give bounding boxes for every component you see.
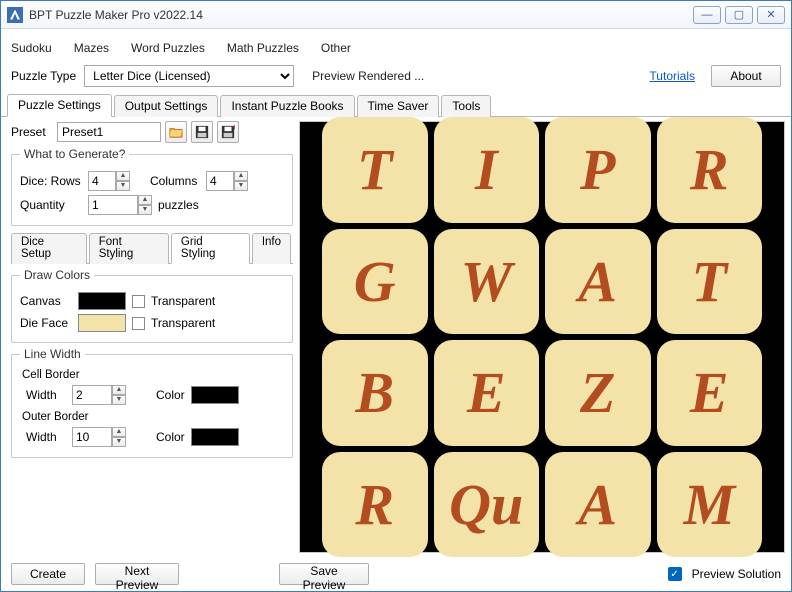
puzzle-type-label: Puzzle Type — [11, 69, 76, 83]
die-face: M — [657, 452, 763, 558]
subtab-dice-setup[interactable]: Dice Setup — [11, 233, 87, 264]
canvas-transparent-checkbox[interactable] — [132, 295, 145, 308]
svg-text:+: + — [232, 125, 236, 133]
die-face: Z — [545, 340, 651, 446]
menubar: Sudoku Mazes Word Puzzles Math Puzzles O… — [1, 35, 791, 61]
subtab-font-styling[interactable]: Font Styling — [89, 233, 169, 264]
die-face: I — [434, 117, 540, 223]
preset-saveas-button[interactable]: + — [217, 121, 239, 143]
outer-color-label: Color — [156, 430, 185, 444]
what-to-generate-group: What to Generate? Dice: Rows ▲▼ Columns … — [11, 147, 293, 226]
outer-border-heading: Outer Border — [22, 411, 284, 423]
cell-border-heading: Cell Border — [22, 369, 284, 381]
menu-math-puzzles[interactable]: Math Puzzles — [227, 41, 299, 55]
die-face: Qu — [434, 452, 540, 558]
rows-label: Dice: Rows — [20, 174, 82, 188]
cell-width-up[interactable]: ▲ — [112, 385, 126, 395]
status-text: Preview Rendered ... — [312, 69, 643, 83]
window-title: BPT Puzzle Maker Pro v2022.14 — [29, 8, 693, 22]
qty-suffix: puzzles — [158, 198, 199, 212]
rows-up[interactable]: ▲ — [116, 171, 130, 181]
subtab-grid-styling[interactable]: Grid Styling — [171, 233, 250, 264]
menu-mazes[interactable]: Mazes — [74, 41, 109, 55]
cell-width-input[interactable] — [72, 385, 112, 405]
tab-time-saver[interactable]: Time Saver — [357, 95, 440, 117]
cols-input[interactable] — [206, 171, 234, 191]
die-face: T — [322, 117, 428, 223]
canvas-color-swatch[interactable] — [78, 292, 126, 310]
die-face: A — [545, 229, 651, 335]
about-button[interactable]: About — [711, 65, 781, 87]
die-face: R — [322, 452, 428, 558]
cell-width-down[interactable]: ▼ — [112, 395, 126, 405]
outer-width-down[interactable]: ▼ — [112, 437, 126, 447]
outer-color-swatch[interactable] — [191, 428, 239, 446]
tab-puzzle-settings[interactable]: Puzzle Settings — [7, 94, 112, 117]
close-button[interactable]: ✕ — [757, 6, 785, 24]
preset-save-button[interactable] — [191, 121, 213, 143]
preset-open-button[interactable] — [165, 121, 187, 143]
preview-panel: TIPRGWATBEZERQuAM — [299, 121, 785, 553]
draw-colors-group: Draw Colors Canvas Transparent Die Face … — [11, 268, 293, 343]
die-face: P — [545, 117, 651, 223]
outer-width-label: Width — [26, 430, 66, 444]
die-face: T — [657, 229, 763, 335]
qty-down[interactable]: ▼ — [138, 205, 152, 215]
create-button[interactable]: Create — [11, 563, 85, 585]
dieface-transparent-label: Transparent — [151, 316, 215, 330]
tutorials-link[interactable]: Tutorials — [649, 69, 695, 83]
outer-width-up[interactable]: ▲ — [112, 427, 126, 437]
dieface-label: Die Face — [20, 316, 72, 330]
die-face: E — [657, 340, 763, 446]
rows-down[interactable]: ▼ — [116, 181, 130, 191]
subtab-info[interactable]: Info — [252, 233, 291, 264]
die-face: W — [434, 229, 540, 335]
canvas-label: Canvas — [20, 294, 72, 308]
save-preview-button[interactable]: Save Preview — [279, 563, 369, 585]
app-icon — [7, 7, 23, 23]
preview-solution-checkbox[interactable]: ✓ — [668, 567, 682, 581]
line-width-group: Line Width Cell Border Width ▲▼ Color Ou… — [11, 347, 293, 458]
outer-width-input[interactable] — [72, 427, 112, 447]
next-preview-button[interactable]: Next Preview — [95, 563, 179, 585]
rows-input[interactable] — [88, 171, 116, 191]
puzzle-type-select[interactable]: Letter Dice (Licensed) — [84, 65, 294, 87]
maximize-button[interactable]: ▢ — [725, 6, 753, 24]
preview-solution-label: Preview Solution — [692, 567, 781, 581]
dieface-transparent-checkbox[interactable] — [132, 317, 145, 330]
preset-input[interactable] — [57, 122, 161, 142]
canvas-transparent-label: Transparent — [151, 294, 215, 308]
tab-instant-puzzle-books[interactable]: Instant Puzzle Books — [220, 95, 354, 117]
cols-up[interactable]: ▲ — [234, 171, 248, 181]
preset-label: Preset — [11, 125, 53, 139]
cols-down[interactable]: ▼ — [234, 181, 248, 191]
qty-label: Quantity — [20, 198, 82, 212]
minimize-button[interactable]: ― — [693, 6, 721, 24]
menu-sudoku[interactable]: Sudoku — [11, 41, 52, 55]
dieface-color-swatch[interactable] — [78, 314, 126, 332]
menu-other[interactable]: Other — [321, 41, 351, 55]
cell-color-swatch[interactable] — [191, 386, 239, 404]
cols-label: Columns — [150, 174, 200, 188]
cell-color-label: Color — [156, 388, 185, 402]
die-face: A — [545, 452, 651, 558]
menu-word-puzzles[interactable]: Word Puzzles — [131, 41, 205, 55]
die-face: E — [434, 340, 540, 446]
qty-input[interactable] — [88, 195, 138, 215]
tab-output-settings[interactable]: Output Settings — [114, 95, 219, 117]
qty-up[interactable]: ▲ — [138, 195, 152, 205]
die-face: B — [322, 340, 428, 446]
cell-width-label: Width — [26, 388, 66, 402]
die-face: R — [657, 117, 763, 223]
tab-tools[interactable]: Tools — [441, 95, 491, 117]
die-face: G — [322, 229, 428, 335]
